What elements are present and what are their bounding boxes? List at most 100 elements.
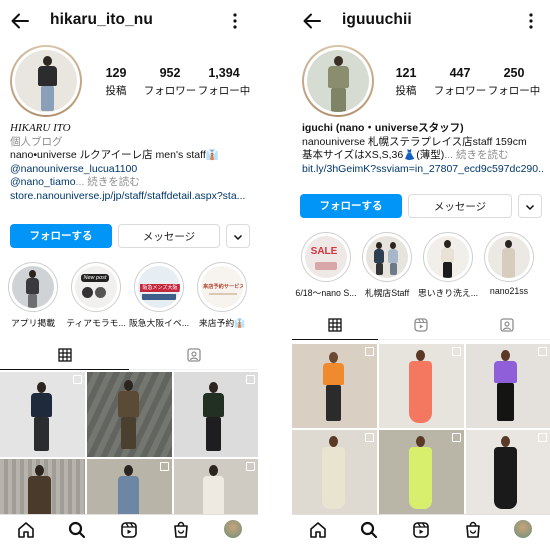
post-thumbnail[interactable]	[87, 459, 172, 514]
stat-following[interactable]: 250 フォロー中	[484, 66, 544, 98]
highlight-label: 阪急大阪イベ...	[128, 318, 190, 328]
tagged-icon	[186, 348, 201, 362]
highlight-sign: SALE	[310, 246, 338, 257]
grid-icon	[328, 318, 342, 332]
tab-tagged[interactable]	[129, 342, 258, 370]
profile-header: iguuuchii	[292, 0, 550, 42]
multi-photo-icon	[365, 433, 374, 442]
message-button[interactable]: メッセージ	[118, 224, 220, 248]
grid-icon	[57, 348, 72, 362]
stat-posts[interactable]: 121 投稿	[376, 66, 436, 98]
highlight-label: 6/18〜nano S...	[295, 288, 357, 298]
bio-line: 基本サイズはXS,S,36👗(薄型)... 続きを読む	[302, 149, 509, 162]
shop-icon[interactable]	[172, 521, 190, 539]
bio-mention[interactable]: @nano_tiamo	[10, 176, 76, 188]
profile-username: hikaru_ito_nu	[50, 11, 153, 28]
post-thumbnail[interactable]	[379, 430, 464, 514]
highlight-sign: 阪急メンズ大阪	[140, 284, 180, 292]
post-thumbnail[interactable]	[466, 430, 550, 514]
posts-grid	[0, 372, 258, 514]
multi-photo-icon	[538, 347, 547, 356]
profile-avatar[interactable]	[10, 45, 82, 117]
multi-photo-icon	[73, 375, 82, 384]
bio-url[interactable]: bit.ly/3hGeimK?ssviam=in_27807_ecd9c597d…	[302, 163, 544, 177]
more-vertical-icon[interactable]	[528, 12, 534, 30]
stat-posts[interactable]: 129 投稿	[86, 66, 146, 98]
posts-grid	[292, 344, 550, 514]
profile-screen-right: iguuuchii 121 投稿 447 フォロワー 250 フォロー中 igu…	[292, 0, 550, 544]
tab-tagged[interactable]	[464, 312, 550, 340]
profile-avatar-nav[interactable]	[224, 520, 242, 538]
post-thumbnail[interactable]	[466, 344, 550, 428]
highlight-item[interactable]: アプリ掲載	[5, 262, 61, 329]
post-thumbnail[interactable]	[292, 430, 377, 514]
highlight-badge: New post	[81, 274, 109, 282]
post-thumbnail[interactable]	[379, 344, 464, 428]
stat-followers[interactable]: 952 フォロワー	[140, 66, 200, 98]
multi-photo-icon	[452, 433, 461, 442]
profile-bio: iguchi (nano・universeスタッフ) nanouniverse …	[302, 122, 544, 176]
highlight-item[interactable]: nano21ss	[481, 232, 537, 296]
home-icon[interactable]	[17, 521, 35, 539]
reels-icon	[414, 318, 428, 332]
highlight-item[interactable]: 札幌店Staff	[359, 232, 415, 299]
profile-tabs	[0, 342, 258, 370]
bio-category: 個人ブログ	[10, 135, 63, 148]
post-thumbnail[interactable]	[87, 372, 172, 457]
shop-icon[interactable]	[464, 521, 482, 539]
bio-line: @nano_tiamo... 続きを読む	[10, 176, 252, 190]
highlight-item[interactable]: 阪急メンズ大阪 阪急大阪イベ...	[128, 262, 190, 329]
highlight-item[interactable]: SALE 6/18〜nano S...	[295, 232, 357, 299]
post-thumbnail[interactable]	[0, 372, 85, 457]
multi-photo-icon	[246, 462, 255, 471]
follow-button[interactable]: フォローする	[10, 224, 112, 248]
highlight-item[interactable]: 思いきり洗え...	[417, 232, 479, 299]
highlight-sign: 来店予約サービス	[203, 284, 243, 290]
post-thumbnail[interactable]	[292, 344, 377, 428]
home-icon[interactable]	[309, 521, 327, 539]
tab-posts[interactable]	[0, 342, 129, 370]
suggested-button[interactable]	[518, 194, 542, 218]
post-thumbnail[interactable]	[0, 459, 85, 514]
chevron-down-icon	[525, 204, 535, 211]
bio-mention[interactable]: @nanouniverse_lucua1100	[10, 163, 252, 177]
suggested-button[interactable]	[226, 224, 250, 248]
stat-followers[interactable]: 447 フォロワー	[430, 66, 490, 98]
follow-button[interactable]: フォローする	[300, 194, 402, 218]
more-vertical-icon[interactable]	[232, 12, 238, 30]
profile-tabs	[292, 312, 550, 340]
highlight-label: 来店予約👔	[198, 318, 246, 328]
multi-photo-icon	[452, 347, 461, 356]
search-icon[interactable]	[360, 521, 378, 539]
read-more-link[interactable]: ... 続きを読む	[76, 176, 140, 188]
back-arrow-icon[interactable]	[10, 11, 30, 31]
search-icon[interactable]	[68, 521, 86, 539]
post-thumbnail[interactable]	[174, 372, 258, 457]
message-button[interactable]: メッセージ	[408, 194, 512, 218]
bio-line: nano•universe ルクアイーレ店 men's staff👔	[10, 149, 219, 162]
reels-icon[interactable]	[120, 521, 138, 539]
highlight-item[interactable]: 来店予約サービス 来店予約👔	[194, 262, 250, 329]
tagged-icon	[500, 318, 514, 332]
profile-header: hikaru_ito_nu	[0, 0, 258, 42]
bio-line: nanouniverse 札幌ステラプレイス店staff 159cm	[302, 135, 527, 148]
profile-avatar-nav[interactable]	[514, 520, 532, 538]
profile-screen-left: hikaru_ito_nu 129 投稿 952 フォロワー 1,394 フォロ…	[0, 0, 258, 544]
bio-name: iguchi (nano・universeスタッフ)	[302, 122, 464, 134]
multi-photo-icon	[365, 347, 374, 356]
highlight-label: 思いきり洗え...	[417, 288, 479, 298]
tab-reels[interactable]	[378, 312, 464, 340]
reels-icon[interactable]	[412, 521, 430, 539]
chevron-down-icon	[233, 234, 243, 241]
profile-avatar[interactable]	[302, 45, 374, 117]
tab-posts[interactable]	[292, 312, 378, 340]
read-more-link[interactable]: ... 続きを読む	[444, 149, 508, 161]
highlight-item[interactable]: New post ティアモラモ...	[66, 262, 126, 329]
profile-bio: HIKARU ITO 個人ブログ nano•universe ルクアイーレ店 m…	[10, 122, 252, 204]
bio-name: HIKARU ITO	[10, 122, 71, 134]
highlight-label: ティアモラモ...	[66, 318, 126, 328]
back-arrow-icon[interactable]	[302, 11, 322, 31]
bio-url[interactable]: store.nanouniverse.jp/jp/staff/staffdeta…	[10, 190, 252, 204]
post-thumbnail[interactable]	[174, 459, 258, 514]
stat-following[interactable]: 1,394 フォロー中	[194, 66, 254, 98]
